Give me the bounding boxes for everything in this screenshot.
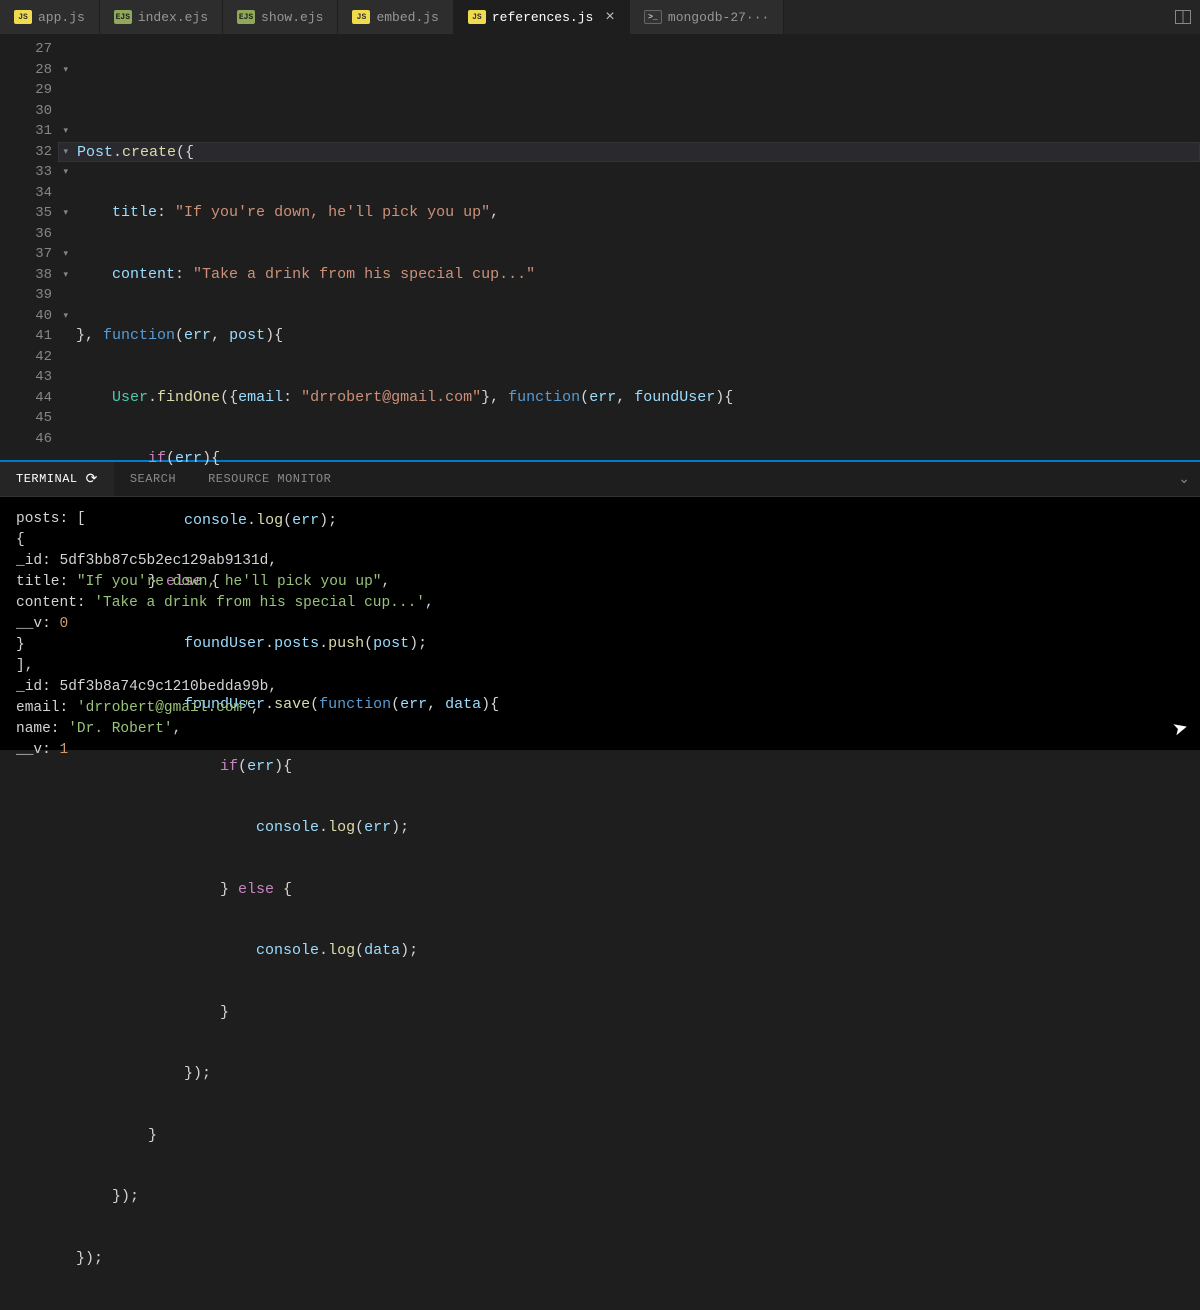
fold-icon[interactable]: ▾	[63, 203, 68, 224]
tab-label: references.js	[492, 10, 593, 25]
code-line: console.log(err);	[76, 511, 1200, 532]
line-gutter: 27 28▾ 29 30 31▾ 32▾ 33▾ 34 35▾ 36 37▾ 3…	[0, 35, 58, 460]
ejs-file-icon: EJS	[237, 10, 255, 24]
panel-tab-label: RESOURCE MONITOR	[208, 472, 331, 486]
tab-index-ejs[interactable]: EJS index.ejs	[100, 0, 223, 34]
code-line	[76, 80, 1200, 101]
tab-app-js[interactable]: JS app.js	[0, 0, 100, 34]
tab-references-js[interactable]: JS references.js ×	[454, 0, 630, 34]
tab-label: show.ejs	[261, 10, 323, 25]
panel-spacer	[347, 462, 1168, 496]
code-area[interactable]: Post.create({ title: "If you're down, he…	[58, 35, 1200, 460]
fold-icon[interactable]: ▾	[63, 162, 68, 183]
ejs-file-icon: EJS	[114, 10, 132, 24]
js-file-icon: JS	[14, 10, 32, 24]
code-line: }	[76, 1003, 1200, 1024]
fold-icon[interactable]: ▾	[63, 142, 68, 163]
panel-tab-label: SEARCH	[130, 472, 176, 486]
code-editor[interactable]: 27 28▾ 29 30 31▾ 32▾ 33▾ 34 35▾ 36 37▾ 3…	[0, 35, 1200, 460]
tab-label: index.ejs	[138, 10, 208, 25]
code-line: title: "If you're down, he'll pick you u…	[76, 203, 1200, 224]
code-line: });	[76, 1187, 1200, 1208]
fold-icon[interactable]: ▾	[63, 306, 68, 327]
panel-tab-search[interactable]: SEARCH	[114, 462, 192, 496]
code-line-active: Post.create({	[58, 142, 1200, 163]
tab-mongodb[interactable]: >_ mongodb-27···	[630, 0, 784, 34]
code-line: User.findOne({email: "drrobert@gmail.com…	[76, 388, 1200, 409]
code-line: console.log(err);	[76, 818, 1200, 839]
tab-embed-js[interactable]: JS embed.js	[338, 0, 453, 34]
tab-spacer	[784, 0, 1165, 34]
code-line: foundUser.posts.push(post);	[76, 634, 1200, 655]
panel-tabs: TERMINAL ⟳ SEARCH RESOURCE MONITOR ⌄	[0, 462, 1200, 497]
panel-chevron-icon[interactable]: ⌄	[1168, 462, 1200, 496]
panel-tab-terminal[interactable]: TERMINAL ⟳	[0, 462, 114, 496]
tab-label: app.js	[38, 10, 85, 25]
js-file-icon: JS	[468, 10, 486, 24]
tab-label: mongodb-27···	[668, 10, 769, 25]
refresh-icon[interactable]: ⟳	[86, 471, 98, 488]
panel-tab-label: TERMINAL	[16, 472, 78, 486]
code-line: if(err){	[76, 757, 1200, 778]
tab-show-ejs[interactable]: EJS show.ejs	[223, 0, 338, 34]
fold-icon[interactable]: ▾	[63, 244, 68, 265]
code-line: });	[76, 1064, 1200, 1085]
code-line: });	[76, 1249, 1200, 1270]
code-line: } else {	[76, 880, 1200, 901]
editor-tabs: JS app.js EJS index.ejs EJS show.ejs JS …	[0, 0, 1200, 35]
code-line: content: "Take a drink from his special …	[76, 265, 1200, 286]
panel-tab-resource-monitor[interactable]: RESOURCE MONITOR	[192, 462, 347, 496]
split-editor-icon[interactable]	[1165, 0, 1200, 34]
code-line: }	[76, 1126, 1200, 1147]
code-line: console.log(data);	[76, 941, 1200, 962]
close-icon[interactable]: ×	[605, 8, 615, 26]
fold-icon[interactable]: ▾	[63, 265, 68, 286]
fold-icon[interactable]: ▾	[63, 60, 68, 81]
fold-icon[interactable]: ▾	[63, 121, 68, 142]
tab-label: embed.js	[376, 10, 438, 25]
code-line: }, function(err, post){	[76, 326, 1200, 347]
shell-icon: >_	[644, 10, 662, 24]
js-file-icon: JS	[352, 10, 370, 24]
